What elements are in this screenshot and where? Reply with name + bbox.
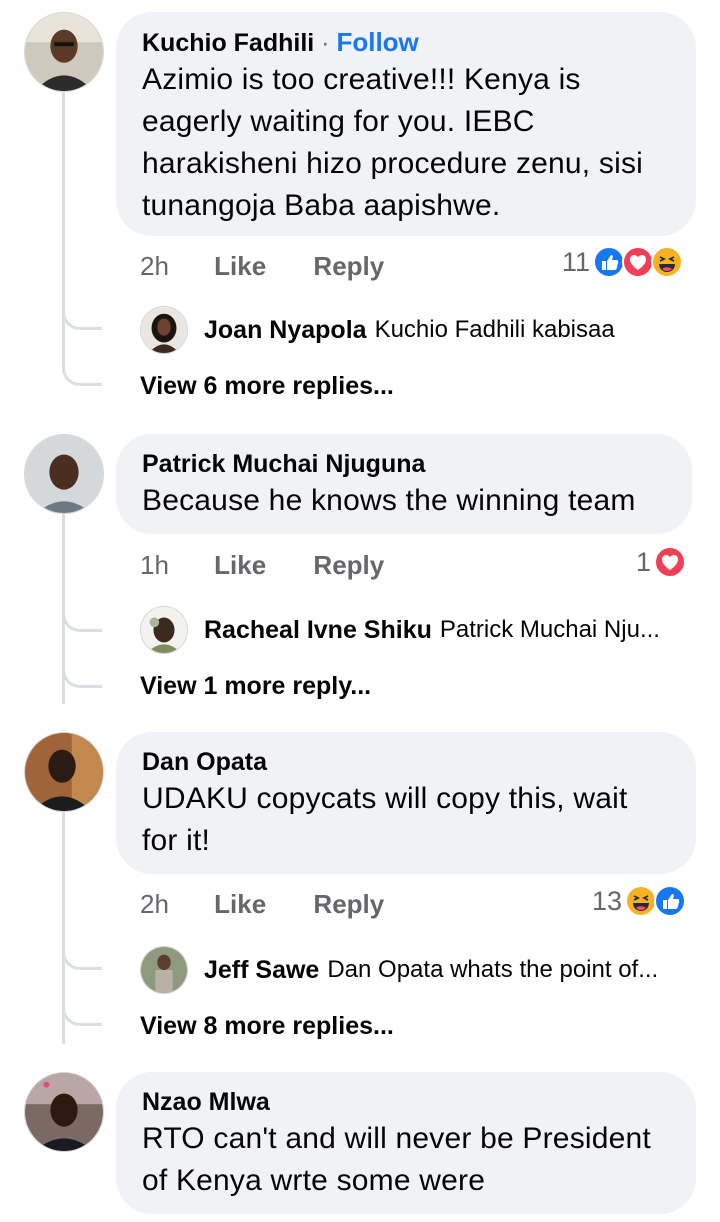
comment-timestamp[interactable]: 2h xyxy=(140,888,169,920)
comment-bubble: Kuchio Fadhili · Follow Azimio is too cr… xyxy=(116,12,696,236)
comment-bubble: Dan Opata UDAKU copycats will copy this,… xyxy=(116,732,696,874)
thread-connector xyxy=(62,356,102,386)
reply-author[interactable]: Joan Nyapola xyxy=(204,316,367,345)
avatar[interactable] xyxy=(24,12,104,92)
comment-text-line: Azimio is too creative!!! Kenya is xyxy=(142,63,581,96)
comment-actions: 2h Like Reply xyxy=(140,888,424,920)
avatar[interactable] xyxy=(24,732,104,812)
comment-author[interactable]: Dan Opata xyxy=(142,746,670,778)
thread-connector xyxy=(62,996,102,1026)
reply-author[interactable]: Racheal Ivne Shiku xyxy=(204,616,432,645)
thread-connector xyxy=(62,602,102,632)
reaction-count: 1 xyxy=(636,546,652,577)
reply-text: Kuchio Fadhili kabisaa xyxy=(374,316,615,343)
comment-text-line: Because he knows the winning team xyxy=(142,484,636,517)
reply-button[interactable]: Reply xyxy=(313,549,384,581)
avatar[interactable] xyxy=(140,306,188,354)
haha-reaction-icon xyxy=(651,246,684,278)
comment-text-line: of Kenya wrte some were xyxy=(142,1164,486,1197)
view-more-replies-link[interactable]: View 1 more reply... xyxy=(140,672,371,701)
reaction-count: 13 xyxy=(592,885,623,916)
like-button[interactable]: Like xyxy=(214,250,266,282)
reply-preview[interactable]: Jeff Sawe Dan Opata whats the point of..… xyxy=(140,946,658,994)
reply-text: Dan Opata whats the point of... xyxy=(327,956,659,983)
reply-text: Patrick Muchai Nju... xyxy=(439,616,660,643)
comment-author-line: Kuchio Fadhili · Follow xyxy=(142,26,670,59)
like-button[interactable]: Like xyxy=(214,549,266,581)
comment-author[interactable]: Nzao Mlwa xyxy=(142,1086,670,1118)
view-more-replies-link[interactable]: View 6 more replies... xyxy=(140,372,394,401)
reaction-summary[interactable]: 13 xyxy=(592,885,687,917)
follow-button[interactable]: Follow xyxy=(336,27,418,57)
separator-dot: · xyxy=(321,29,330,57)
reply-preview[interactable]: Joan Nyapola Kuchio Fadhili kabisaa xyxy=(140,306,615,354)
like-button[interactable]: Like xyxy=(214,888,266,920)
comment-text-line: RTO can't and will never be President xyxy=(142,1122,651,1155)
reaction-count: 11 xyxy=(562,246,591,277)
reply-button[interactable]: Reply xyxy=(313,250,384,282)
comment-bubble: Nzao Mlwa RTO can't and will never be Pr… xyxy=(116,1072,696,1214)
like-reaction-icon xyxy=(593,246,626,278)
comment-actions: 1h Like Reply xyxy=(140,549,424,581)
comment-bubble: Patrick Muchai Njuguna Because he knows … xyxy=(116,434,692,534)
reaction-summary[interactable]: 11 xyxy=(562,246,684,278)
comment-text-line: for it! xyxy=(142,824,211,857)
view-more-replies-link[interactable]: View 8 more replies... xyxy=(140,1012,394,1041)
love-reaction-icon xyxy=(622,246,655,278)
reaction-summary[interactable]: 1 xyxy=(636,546,687,578)
thread-line xyxy=(62,92,65,372)
comment-timestamp[interactable]: 2h xyxy=(140,250,169,282)
avatar[interactable] xyxy=(24,434,104,514)
haha-reaction-icon xyxy=(625,885,658,917)
love-reaction-icon xyxy=(654,546,687,578)
reply-author[interactable]: Jeff Sawe xyxy=(204,956,319,985)
comment-author[interactable]: Patrick Muchai Njuguna xyxy=(142,448,666,480)
comment-text-line: harakisheni hizo procedure zenu, sisi xyxy=(142,147,644,180)
avatar[interactable] xyxy=(140,946,188,994)
comment-text-line: tunangoja Baba aapishwe. xyxy=(142,189,501,222)
thread-connector xyxy=(62,940,102,970)
reply-preview[interactable]: Racheal Ivne Shiku Patrick Muchai Nju... xyxy=(140,606,660,654)
comment-text-line: eagerly waiting for you. IEBC xyxy=(142,105,535,138)
comment-text-line: UDAKU copycats will copy this, wait xyxy=(142,782,628,815)
like-reaction-icon xyxy=(654,885,687,917)
avatar[interactable] xyxy=(140,606,188,654)
comment-author[interactable]: Kuchio Fadhili xyxy=(142,29,314,57)
thread-connector xyxy=(62,300,102,330)
comment-timestamp[interactable]: 1h xyxy=(140,549,169,581)
comment-actions: 2h Like Reply xyxy=(140,250,424,282)
thread-connector xyxy=(62,658,102,688)
avatar[interactable] xyxy=(24,1072,104,1152)
reply-button[interactable]: Reply xyxy=(313,888,384,920)
